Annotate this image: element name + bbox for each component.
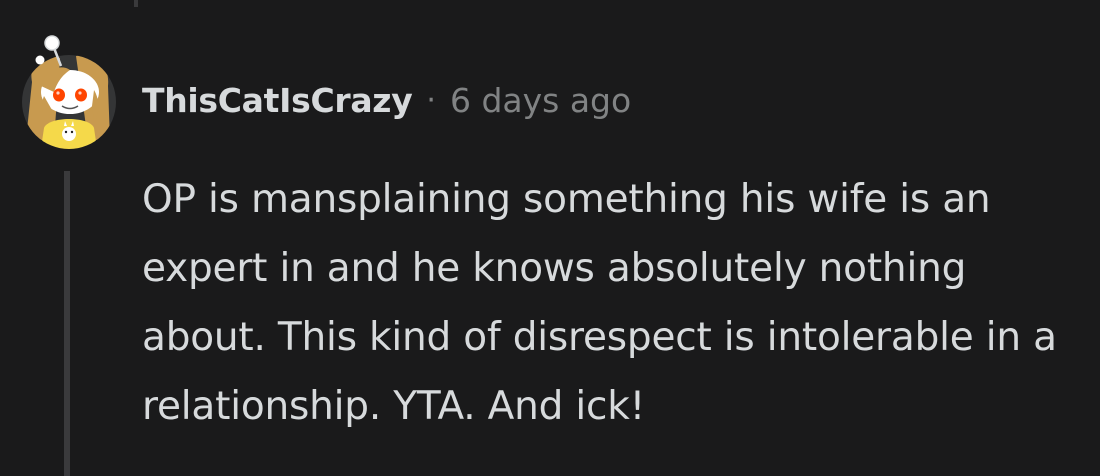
comment-body: OP is mansplaining something his wife is… xyxy=(142,177,1057,429)
meta-separator: · xyxy=(426,82,436,118)
reddit-snoovatar-icon xyxy=(22,35,116,149)
thread-collapse-line[interactable] xyxy=(64,171,70,476)
comment-timestamp[interactable]: 6 days ago xyxy=(450,81,631,120)
user-avatar[interactable] xyxy=(14,20,124,150)
comment-header: ThisCatIsCrazy · 6 days ago xyxy=(142,78,631,122)
comment-author-link[interactable]: ThisCatIsCrazy xyxy=(142,81,413,120)
parent-thread-line xyxy=(134,0,138,7)
